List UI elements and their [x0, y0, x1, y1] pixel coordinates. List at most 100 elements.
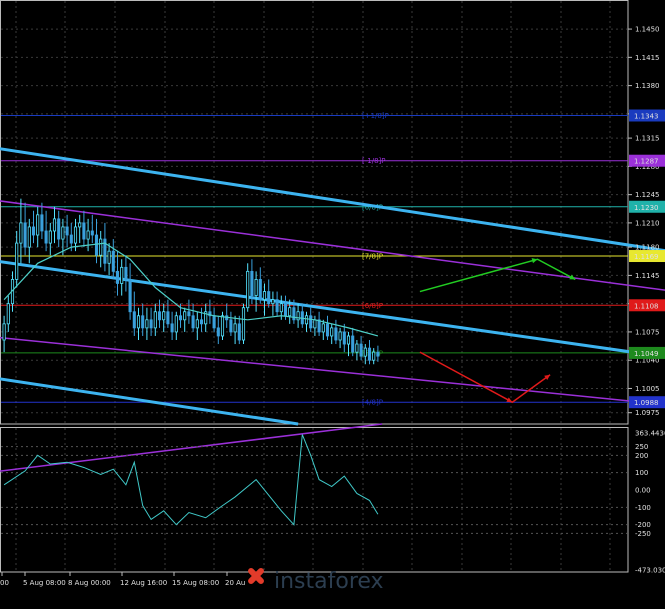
- candle-body: [23, 222, 27, 248]
- candle-body: [136, 315, 141, 329]
- candle-body: [157, 311, 162, 321]
- candle-body: [237, 323, 241, 341]
- candle-body: [359, 343, 363, 357]
- level-label: [-1/8]P: [362, 157, 385, 165]
- time-tick-label: 20 Au: [225, 579, 245, 587]
- candle-body: [363, 347, 367, 357]
- candle-body: [31, 226, 36, 236]
- chart-window: [+1/8]P[-1/8]P[0/8]P[7/8]P[6/8]P[5/8]P[4…: [0, 0, 665, 605]
- level-label: [+1/8]P: [362, 112, 389, 120]
- candle-body: [321, 323, 325, 333]
- price-level-label: 1.1049: [634, 350, 659, 358]
- candle-body: [86, 230, 90, 240]
- candle-body: [187, 311, 191, 317]
- candle-body: [6, 303, 10, 325]
- price-tick-label: 1.1075: [635, 328, 660, 336]
- candle-body: [115, 270, 120, 284]
- candle-body: [132, 311, 136, 329]
- candle-body: [40, 214, 44, 232]
- candle-body: [346, 335, 351, 345]
- candle-body: [153, 311, 157, 329]
- candle-body: [166, 311, 170, 325]
- candle-body: [271, 299, 275, 305]
- candle-body: [61, 226, 65, 240]
- candle-body: [334, 327, 338, 341]
- candle-body: [355, 343, 359, 353]
- price-level-label: 1.1343: [634, 112, 659, 120]
- candle-body: [183, 311, 187, 321]
- price-tick-label: 1.1315: [635, 135, 660, 143]
- osc-tick-label: -200: [635, 521, 651, 529]
- candle-body: [191, 315, 195, 329]
- candle-body: [351, 335, 355, 353]
- price-level-label: 1.1230: [634, 204, 659, 212]
- candle-body: [220, 315, 225, 337]
- price-level-label: 1.1108: [634, 302, 659, 310]
- candle-body: [216, 327, 220, 337]
- candle-body: [241, 307, 246, 341]
- candle-body: [94, 234, 99, 256]
- price-tick-label: 1.1005: [635, 385, 660, 393]
- price-tick-label: 1.1145: [635, 272, 660, 280]
- candle-body: [36, 214, 40, 236]
- candle-body: [107, 250, 111, 264]
- candle-body: [325, 323, 330, 337]
- candle-body: [128, 279, 132, 313]
- watermark-brand: instaforex: [274, 569, 384, 594]
- chart-canvas: [+1/8]P[-1/8]P[0/8]P[7/8]P[6/8]P[5/8]P[4…: [0, 0, 665, 605]
- osc-tick-label: -250: [635, 530, 651, 538]
- candle-body: [111, 250, 115, 272]
- candle-body: [90, 230, 94, 236]
- candle-body: [250, 270, 254, 296]
- candle-body: [313, 319, 317, 329]
- candle-body: [162, 311, 166, 321]
- candle-body: [27, 226, 31, 248]
- price-tick-label: 1.1210: [635, 219, 660, 227]
- price-level-label: 1.1287: [634, 158, 659, 166]
- candle-body: [15, 242, 19, 280]
- candle-body: [338, 331, 342, 341]
- candle-body: [48, 230, 52, 244]
- osc-tick-label: 0.00: [635, 487, 651, 495]
- price-tick-label: 1.1450: [635, 26, 660, 34]
- level-label: [4/8]P: [362, 399, 383, 407]
- time-tick-label: 8 Aug 00:00: [68, 579, 111, 587]
- candle-body: [52, 218, 57, 232]
- candle-body: [57, 218, 61, 240]
- price-level-label: 1.1169: [634, 253, 659, 261]
- candle-body: [229, 319, 233, 333]
- osc-tick-label: 200: [635, 452, 648, 460]
- candle-body: [254, 279, 258, 296]
- candle-body: [267, 291, 271, 305]
- osc-tick-label: -473.030: [635, 567, 665, 575]
- osc-tick-label: 250: [635, 443, 648, 451]
- osc-tick-label: 363.4436: [635, 430, 665, 438]
- candle-body: [199, 319, 204, 325]
- candle-body: [372, 351, 376, 361]
- candle-body: [69, 234, 73, 244]
- osc-tick-label: 100: [635, 469, 648, 477]
- candle-body: [283, 303, 288, 317]
- candle-body: [246, 270, 250, 309]
- time-tick-label: 15 Aug 08:00: [172, 579, 219, 587]
- level-label: [7/8]P: [362, 253, 383, 261]
- candle-body: [174, 315, 178, 333]
- candle-body: [292, 307, 296, 321]
- candle-body: [233, 323, 237, 333]
- candle-body: [376, 351, 380, 357]
- price-tick-label: 1.0975: [635, 409, 660, 417]
- candle-body: [78, 222, 82, 228]
- candle-body: [65, 226, 69, 236]
- candle-body: [288, 307, 292, 317]
- candle-body: [296, 311, 300, 321]
- chart-background: [0, 0, 665, 605]
- candle-body: [145, 319, 149, 329]
- candle-body: [73, 226, 78, 244]
- candle-body: [2, 323, 6, 341]
- candle-body: [99, 238, 103, 256]
- candle-body: [309, 315, 313, 329]
- candle-body: [82, 222, 86, 240]
- candle-body: [124, 266, 128, 280]
- time-tick-label: 00: [0, 579, 9, 587]
- candle-body: [178, 315, 183, 321]
